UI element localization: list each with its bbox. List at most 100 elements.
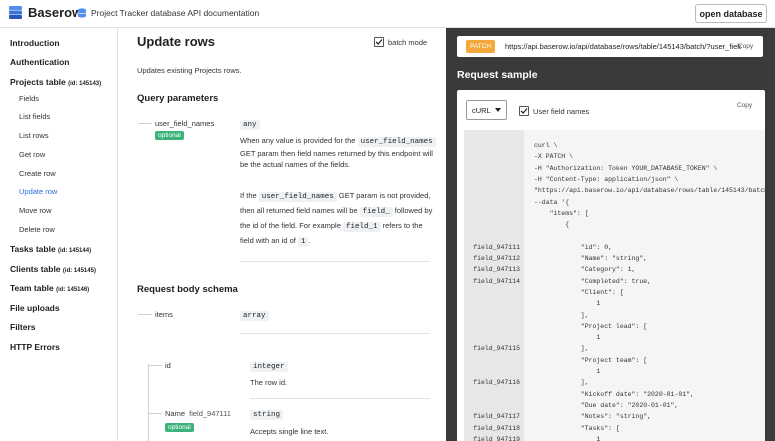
sidebar-subitem-list-fields[interactable]: List fields: [19, 112, 50, 121]
sidebar-item-label: File uploads: [10, 303, 60, 313]
code-line: "Notes": "string",: [534, 413, 652, 421]
code-line: --data '{: [534, 198, 570, 206]
check-icon: [375, 39, 383, 45]
sidebar-subitem-move-row[interactable]: Move row: [19, 206, 52, 215]
sidebar: Introduction Authentication Projects tab…: [0, 28, 118, 441]
user-field-names-label: User field names: [533, 106, 590, 116]
sidebar-subitem-create-row[interactable]: Create row: [19, 169, 56, 178]
sidebar-item-label: Team table: [10, 283, 54, 293]
copy-url-button[interactable]: Copy: [738, 43, 753, 50]
request-sample-box: cURL User field names Copy field_947111 f…: [457, 90, 765, 441]
gutter-field-label: field_947114: [473, 277, 520, 285]
text: If the: [240, 191, 257, 200]
code-line: curl \: [534, 142, 558, 149]
request-sample-title: Request sample: [457, 69, 538, 81]
language-select[interactable]: cURL: [466, 100, 507, 120]
name-field-description: Accepts single line text.: [250, 427, 329, 436]
baserow-logo[interactable]: Baserow: [9, 5, 82, 20]
code-line: 1: [534, 300, 601, 308]
divider: [240, 333, 430, 334]
sidebar-item-tasks-table[interactable]: Tasks table (id: 145144): [10, 244, 91, 254]
batch-mode-checkbox[interactable]: [374, 37, 384, 47]
gutter-field-label: field_947118: [473, 424, 520, 432]
text: fields.: [330, 160, 351, 169]
sidebar-item-filters[interactable]: Filters: [10, 322, 36, 332]
batch-mode-label: batch mode: [388, 37, 428, 47]
sidebar-subitem-update-row[interactable]: Update row: [19, 187, 57, 196]
sidebar-item-label: Projects table: [10, 77, 66, 87]
items-field-name: items: [155, 310, 173, 319]
endpoint-url-box: PATCH https://api.baserow.io/api/databas…: [457, 36, 763, 57]
optional-badge: optional: [155, 131, 184, 140]
text: then all returned field names will be: [240, 206, 358, 215]
inline-code: 1: [297, 237, 309, 247]
table-id-label: (id: 145146): [56, 287, 90, 293]
sidebar-item-file-uploads[interactable]: File uploads: [10, 303, 60, 313]
gutter-field-label: field_947115: [473, 345, 520, 353]
code-line: ],: [534, 379, 589, 387]
copy-code-button[interactable]: Copy: [737, 102, 752, 109]
param-name: user_field_names: [155, 119, 215, 128]
code-line: ],: [534, 311, 589, 319]
open-database-button[interactable]: open database: [695, 4, 767, 23]
sidebar-item-label: Filters: [10, 322, 36, 332]
gutter-field-label: field_947112: [473, 255, 520, 262]
http-method-badge: PATCH: [466, 40, 496, 53]
request-panel: PATCH https://api.baserow.io/api/databas…: [446, 28, 775, 441]
id-field-type: integer: [250, 362, 288, 372]
user-field-names-toggle[interactable]: User field names: [519, 106, 589, 116]
gutter-field-label: field_947119: [473, 435, 520, 441]
sidebar-item-http-errors[interactable]: HTTP Errors: [10, 342, 60, 352]
param-type: any: [240, 120, 260, 130]
tree-connector: [148, 364, 149, 441]
chevron-down-icon: [495, 108, 501, 112]
text: followed: [394, 206, 423, 215]
text: refers to: [382, 221, 411, 230]
doc-title: Project Tracker database API documentati…: [78, 8, 259, 18]
user-field-names-checkbox[interactable]: [519, 106, 529, 116]
code-line: "Category": 1,: [534, 266, 636, 274]
sidebar-subitem-fields[interactable]: Fields: [19, 94, 39, 103]
code-line: ],: [534, 345, 589, 353]
name-field-type: string: [250, 410, 284, 420]
field-id: field_947111: [189, 409, 231, 418]
sidebar-item-label: HTTP Errors: [10, 342, 60, 352]
gutter-field-label: field_947113: [473, 266, 520, 274]
sidebar-subitem-delete-row[interactable]: Delete row: [19, 225, 55, 234]
field-gutter: field_947111 field_947112 field_947113 fiel…: [464, 130, 524, 441]
sidebar-item-projects-table[interactable]: Projects table (id: 145143): [10, 77, 101, 87]
field-label: Name: [165, 409, 186, 418]
tree-connector: [138, 314, 152, 315]
sidebar-subitem-get-row[interactable]: Get row: [19, 150, 45, 159]
check-icon: [520, 108, 528, 114]
gutter-field-label: field_947117: [473, 413, 520, 421]
items-type: array: [240, 311, 269, 321]
text: .: [308, 236, 311, 245]
batch-mode-toggle[interactable]: batch mode: [374, 37, 427, 47]
param-description-1: When any value is provided for the user_…: [240, 135, 436, 170]
text: When any value is provided for the: [240, 136, 356, 145]
sidebar-item-authentication[interactable]: Authentication: [10, 57, 70, 67]
inline-code: field_: [359, 207, 393, 217]
code-line: {: [534, 221, 570, 229]
gutter-field-label: field_947116: [473, 379, 520, 387]
code-line: -H "Authorization: Token YOUR_DATABASE_T…: [534, 164, 718, 172]
code-line: "Due date": "2020-01-01",: [534, 401, 679, 409]
tree-connector: [148, 365, 162, 366]
code-line: "Kickoff date": "2020-01-01",: [534, 390, 694, 398]
sidebar-item-label: Clients table: [10, 264, 61, 274]
code-line: "Client": [: [534, 288, 624, 296]
inline-code: user_field_names: [357, 137, 436, 147]
sidebar-item-clients-table[interactable]: Clients table (id: 145145): [10, 264, 96, 274]
sidebar-subitem-list-rows[interactable]: List rows: [19, 131, 49, 140]
name-field-name: Name field_947111: [165, 409, 231, 418]
code-line: "Project team": [: [534, 356, 648, 364]
optional-badge: optional: [165, 423, 194, 432]
divider: [250, 398, 430, 399]
inline-code: field_1: [342, 222, 381, 232]
text: GET param is not provided,: [338, 191, 431, 200]
text: GET param then field names: [240, 149, 336, 158]
sidebar-item-introduction[interactable]: Introduction: [10, 38, 60, 48]
sidebar-item-team-table[interactable]: Team table (id: 145146): [10, 283, 89, 293]
sidebar-item-label: Tasks table: [10, 244, 56, 254]
